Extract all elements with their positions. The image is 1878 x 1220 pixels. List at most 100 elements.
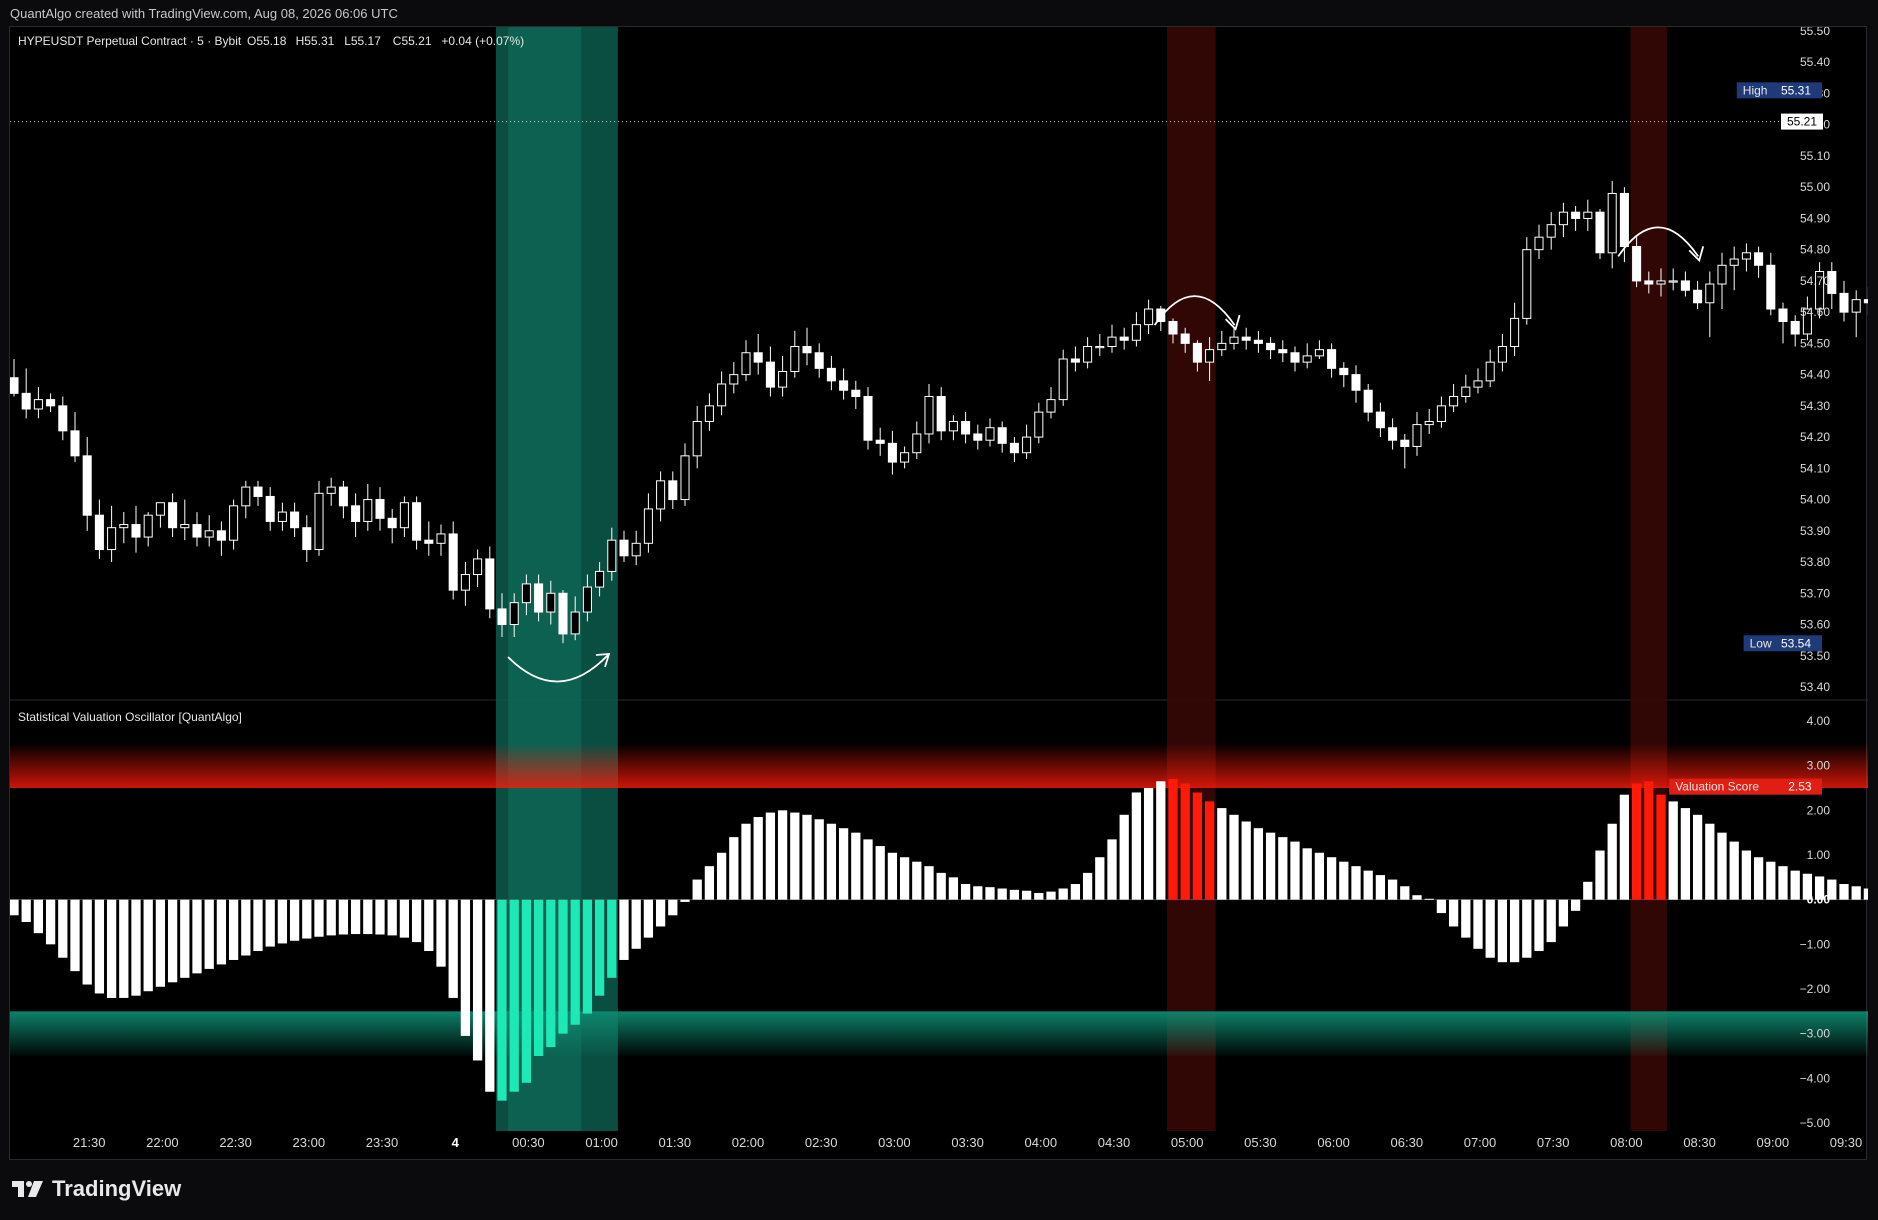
candle-body[interactable] [314, 492, 324, 551]
oscillator-bar[interactable] [1143, 788, 1154, 900]
candle-body[interactable] [143, 514, 153, 538]
candle-body[interactable] [961, 420, 971, 435]
candle-body[interactable] [558, 592, 568, 635]
oscillator-bar[interactable] [851, 832, 861, 900]
oscillator-bar[interactable] [1509, 899, 1520, 963]
oscillator-bar[interactable] [924, 866, 934, 900]
candle-body[interactable] [253, 486, 263, 497]
oscillator-bar[interactable] [948, 877, 959, 900]
oscillator-bar[interactable] [277, 899, 288, 944]
candle-body[interactable] [1449, 395, 1459, 407]
oscillator-bar[interactable] [765, 812, 776, 900]
oscillator-bar[interactable] [33, 899, 44, 934]
oscillator-bar[interactable] [1192, 792, 1203, 900]
candle-body[interactable] [1168, 321, 1178, 335]
oscillator-bar[interactable] [643, 899, 654, 938]
candle-body[interactable] [1229, 336, 1239, 344]
oscillator-bar[interactable] [1290, 841, 1300, 900]
candle-body[interactable] [1754, 252, 1764, 266]
oscillator-bar[interactable] [546, 899, 556, 1048]
oscillator-bar[interactable] [82, 899, 92, 985]
oscillator-bar[interactable] [1778, 866, 1788, 900]
candle-body[interactable] [1180, 333, 1190, 344]
candle-body[interactable] [1632, 246, 1642, 282]
candle-body[interactable] [180, 524, 190, 529]
candle-body[interactable] [1351, 374, 1361, 391]
candle-body[interactable] [497, 608, 507, 626]
oscillator-bar[interactable] [155, 899, 166, 987]
oscillator-bar[interactable] [472, 899, 483, 1061]
candle-body[interactable] [1619, 192, 1629, 248]
oscillator-bar[interactable] [1387, 879, 1398, 900]
oscillator-bar[interactable] [594, 899, 605, 996]
oscillator-bar[interactable] [375, 899, 385, 935]
oscillator-bar[interactable] [716, 852, 727, 900]
candle-body[interactable] [1388, 427, 1398, 441]
oscillator-bar[interactable] [875, 846, 885, 900]
candle-body[interactable] [1522, 249, 1532, 319]
oscillator-bar[interactable] [777, 810, 788, 900]
candle-body[interactable] [1253, 339, 1263, 344]
oscillator-bar[interactable] [119, 899, 129, 998]
candle-body[interactable] [1534, 236, 1544, 251]
candle-body[interactable] [1424, 420, 1434, 426]
oscillator-bar[interactable] [302, 899, 312, 939]
candle-body[interactable] [58, 405, 68, 432]
oscillator-bar[interactable] [1119, 814, 1129, 900]
oscillator-bar[interactable] [1400, 886, 1410, 900]
candle-body[interactable] [924, 395, 934, 435]
oscillator-bar[interactable] [1095, 857, 1105, 900]
oscillator-bar[interactable] [1680, 808, 1691, 900]
oscillator-bar[interactable] [497, 899, 507, 1101]
candle-body[interactable] [1595, 211, 1605, 254]
candle-body[interactable] [997, 427, 1007, 444]
oscillator-bar[interactable] [1473, 899, 1483, 949]
candle-body[interactable] [1107, 336, 1117, 348]
candle-body[interactable] [631, 542, 641, 557]
candle-body[interactable] [1717, 264, 1727, 285]
oscillator-bar[interactable] [960, 884, 971, 900]
oscillator-bar[interactable] [509, 899, 519, 1092]
oscillator-bar[interactable] [1424, 898, 1434, 900]
candle-body[interactable] [363, 499, 373, 522]
candle-body[interactable] [1863, 299, 1868, 304]
oscillator-bar[interactable] [729, 837, 739, 900]
candle-body[interactable] [643, 508, 653, 544]
oscillator-bar[interactable] [94, 899, 105, 994]
oscillator-bar[interactable] [1534, 899, 1544, 952]
candle-body[interactable] [814, 352, 824, 369]
candle-body[interactable] [1839, 292, 1849, 313]
candle-body[interactable] [680, 455, 690, 501]
candle-body[interactable] [1058, 358, 1068, 401]
candle-body[interactable] [790, 346, 800, 372]
candle-body[interactable] [1119, 336, 1129, 341]
candle-body[interactable] [1583, 211, 1593, 219]
oscillator-bar[interactable] [692, 879, 702, 900]
oscillator-bar[interactable] [1058, 888, 1068, 900]
oscillator-bar[interactable] [241, 899, 251, 956]
oscillator-bar[interactable] [887, 852, 898, 900]
oscillator-bar[interactable] [387, 899, 397, 936]
oscillator-bar[interactable] [655, 899, 666, 927]
oscillator-bar[interactable] [790, 812, 800, 900]
candle-body[interactable] [839, 380, 849, 391]
candle-body[interactable] [595, 570, 605, 588]
candle-body[interactable] [1241, 336, 1251, 341]
candle-body[interactable] [119, 524, 129, 529]
candle-body[interactable] [1046, 399, 1056, 413]
oscillator-bar[interactable] [1278, 837, 1288, 900]
chart-canvas[interactable]: HYPEUSDT Perpetual Contract · 5 · Bybit O… [10, 27, 1868, 1159]
oscillator-bar[interactable] [973, 886, 983, 900]
candle-body[interactable] [1668, 280, 1678, 283]
oscillator-bar[interactable] [1204, 801, 1215, 900]
oscillator-bar[interactable] [1558, 899, 1569, 927]
candle-body[interactable] [338, 486, 348, 507]
oscillator-bar[interactable] [631, 899, 641, 949]
oscillator-bar[interactable] [1485, 899, 1495, 958]
oscillator-bar[interactable] [521, 899, 532, 1083]
candle-body[interactable] [107, 527, 117, 551]
candle-body[interactable] [607, 539, 617, 572]
candle-body[interactable] [1705, 283, 1715, 304]
candle-body[interactable] [1412, 424, 1422, 447]
candle-body[interactable] [1131, 324, 1141, 341]
